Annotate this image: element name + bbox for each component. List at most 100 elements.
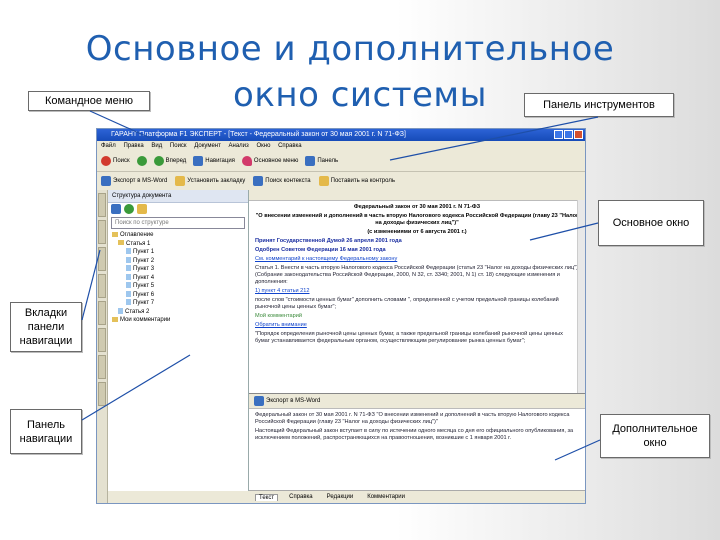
nav-tab-4[interactable] bbox=[98, 274, 106, 298]
doc-approved: Одобрен Советом Федерации 16 мая 2001 го… bbox=[255, 247, 386, 253]
tree-item-point-4[interactable]: Пункт 4 bbox=[112, 274, 248, 283]
callout-toolbar-panel: Панель инструментов bbox=[524, 93, 674, 117]
nav-panel-header: Структура документа bbox=[108, 190, 248, 203]
additional-window-toolbar: Экспорт в MS-Word bbox=[249, 394, 585, 409]
additional-window: Экспорт в MS-Word Федеральный закон от 3… bbox=[249, 394, 585, 491]
callout-main-window: Основное окно bbox=[598, 200, 704, 246]
menu-analysis[interactable]: Анализ bbox=[229, 143, 249, 149]
tree-item-point-2[interactable]: Пункт 2 bbox=[112, 257, 248, 266]
bottom-tabs: Текст Справка Редакции Комментарии bbox=[249, 490, 585, 503]
structure-tree: Оглавление Статья 1 Пункт 1 Пункт 2 Пунк… bbox=[108, 231, 248, 325]
nav-tab-8[interactable] bbox=[98, 382, 106, 406]
tree-item-article-1[interactable]: Статья 1 bbox=[112, 240, 248, 249]
maximize-icon[interactable] bbox=[564, 130, 573, 139]
doc-heading: Федеральный закон от 30 мая 2001 г. N 71… bbox=[353, 204, 481, 210]
menu-file[interactable]: Файл bbox=[101, 143, 116, 149]
callout-nav-panel: Панель навигации bbox=[10, 409, 82, 454]
doc-paragraph: "Порядок определения рыночной цены ценны… bbox=[255, 331, 563, 344]
nav-tab-7[interactable] bbox=[98, 355, 106, 379]
tree-item-contents[interactable]: Оглавление bbox=[112, 231, 248, 240]
main-document-window: Федеральный закон от 30 мая 2001 г. N 71… bbox=[249, 190, 585, 394]
navigation-icon bbox=[193, 156, 204, 166]
document-text: Федеральный закон от 30 мая 2001 г. N 71… bbox=[249, 201, 585, 350]
nav-tab-2[interactable] bbox=[98, 220, 106, 244]
doc-changes: (с изменениями от 6 августа 2001 г.) bbox=[367, 229, 467, 235]
doc-article: Статья 1. Внести в часть вторую Налогово… bbox=[255, 265, 579, 285]
main-toolbar: Поиск Вперед Навигация Основное меню Пан… bbox=[97, 151, 585, 172]
work-area: Структура документа Поиск по структуре О… bbox=[97, 190, 585, 503]
add-export-word-button[interactable]: Экспорт в MS-Word bbox=[252, 396, 322, 406]
menu-help[interactable]: Справка bbox=[278, 143, 302, 149]
tree-item-point-7[interactable]: Пункт 7 bbox=[112, 299, 248, 308]
tree-item-article-2[interactable]: Статья 2 bbox=[112, 308, 248, 317]
additional-window-text: Федеральный закон от 30 мая 2001 г. N 71… bbox=[249, 409, 585, 447]
context-search-icon bbox=[253, 176, 264, 186]
menu-document[interactable]: Документ bbox=[194, 143, 221, 149]
doc-attention-link[interactable]: Обратить внимание bbox=[255, 322, 579, 329]
app-screenshot: ГАРАНТ Платформа F1 ЭКСПЕРТ - [Текст - Ф… bbox=[96, 128, 586, 504]
favorites-button[interactable]: Основное меню bbox=[240, 156, 300, 166]
doc-heading-2: "О внесении изменений и дополнений в час… bbox=[255, 213, 579, 226]
navigation-panel: Структура документа Поиск по структуре О… bbox=[108, 190, 249, 491]
tab-comments[interactable]: Комментарии bbox=[364, 494, 408, 500]
word-icon bbox=[254, 396, 264, 406]
navigation-button[interactable]: Навигация bbox=[191, 156, 237, 166]
main-window-bar bbox=[249, 190, 585, 201]
control-button[interactable]: Поставить на контроль bbox=[317, 176, 397, 186]
refresh-icon[interactable] bbox=[124, 204, 134, 214]
tree-item-point-1[interactable]: Пункт 1 bbox=[112, 248, 248, 257]
doc-my-comment[interactable]: Мой комментарий bbox=[255, 313, 579, 320]
app-title-bar: ГАРАНТ Платформа F1 ЭКСПЕРТ - [Текст - Ф… bbox=[97, 129, 585, 141]
doc-point-1-link[interactable]: 1) пункт 4 статьи 212 bbox=[255, 288, 579, 295]
main-scrollbar[interactable] bbox=[577, 200, 585, 393]
nav-panel-tools bbox=[108, 203, 248, 215]
tab-editions[interactable]: Редакции bbox=[324, 494, 357, 500]
panel-icon bbox=[305, 156, 316, 166]
add-text-1: Федеральный закон от 30 мая 2001 г. N 71… bbox=[255, 412, 570, 425]
tree-item-point-3[interactable]: Пункт 3 bbox=[112, 265, 248, 274]
tab-reference[interactable]: Справка bbox=[286, 494, 316, 500]
tree-item-point-6[interactable]: Пункт 6 bbox=[112, 291, 248, 300]
context-search-button[interactable]: Поиск контекста bbox=[251, 176, 312, 186]
minimize-icon[interactable] bbox=[554, 130, 563, 139]
menu-view[interactable]: Вид bbox=[151, 143, 162, 149]
word-icon bbox=[101, 176, 111, 186]
control-icon bbox=[318, 176, 329, 186]
forward-button[interactable]: Вперед bbox=[152, 156, 189, 166]
doc-accepted: Принят Государственной Думой 26 апреля 2… bbox=[255, 238, 402, 244]
callout-additional-window: Дополнительное окно bbox=[600, 414, 710, 458]
tree-item-my-comments[interactable]: Мои комментарии bbox=[112, 316, 248, 325]
nav-search-input[interactable]: Поиск по структуре bbox=[111, 217, 245, 229]
search-button[interactable]: Поиск bbox=[99, 156, 132, 166]
menu-edit[interactable]: Правка bbox=[123, 143, 143, 149]
nav-tab-3[interactable] bbox=[98, 247, 106, 271]
expand-icon[interactable] bbox=[111, 204, 121, 214]
nav-tab-1[interactable] bbox=[98, 193, 106, 217]
export-word-button[interactable]: Экспорт в MS-Word bbox=[99, 176, 169, 186]
menu-search[interactable]: Поиск bbox=[170, 143, 187, 149]
back-arrow-icon bbox=[136, 156, 147, 166]
panel-button[interactable]: Панель bbox=[303, 156, 340, 166]
tab-text[interactable]: Текст bbox=[255, 493, 279, 501]
nav-tab-5[interactable] bbox=[98, 301, 106, 325]
close-icon[interactable] bbox=[574, 130, 583, 139]
bookmark-icon bbox=[175, 176, 186, 186]
menu-bar: Файл Правка Вид Поиск Документ Анализ Ок… bbox=[97, 141, 585, 151]
doc-comment-link[interactable]: См. комментарий к настоящему Федеральном… bbox=[255, 256, 579, 263]
slide-title-line1: Основное и дополнительное bbox=[85, 29, 615, 69]
forward-arrow-icon bbox=[153, 156, 164, 166]
filter-icon[interactable] bbox=[137, 204, 147, 214]
callout-nav-tabs: Вкладки панели навигации bbox=[10, 302, 82, 352]
tree-item-point-5[interactable]: Пункт 5 bbox=[112, 282, 248, 291]
app-window-title: ГАРАНТ Платформа F1 ЭКСПЕРТ - [Текст - Ф… bbox=[111, 131, 406, 138]
heart-icon bbox=[241, 156, 252, 166]
nav-tab-6[interactable] bbox=[98, 328, 106, 352]
menu-window[interactable]: Окно bbox=[256, 143, 270, 149]
doc-point-1-text: после слов "стоимости ценных бумаг" допо… bbox=[255, 297, 559, 310]
back-button[interactable] bbox=[135, 156, 149, 166]
bookmark-button[interactable]: Установить закладку bbox=[173, 176, 247, 186]
add-text-2: Настоящий Федеральный закон вступает в с… bbox=[255, 428, 574, 441]
navigation-vertical-tabs bbox=[97, 190, 108, 503]
callout-command-menu: Командное меню bbox=[28, 91, 150, 111]
search-icon bbox=[101, 156, 111, 166]
